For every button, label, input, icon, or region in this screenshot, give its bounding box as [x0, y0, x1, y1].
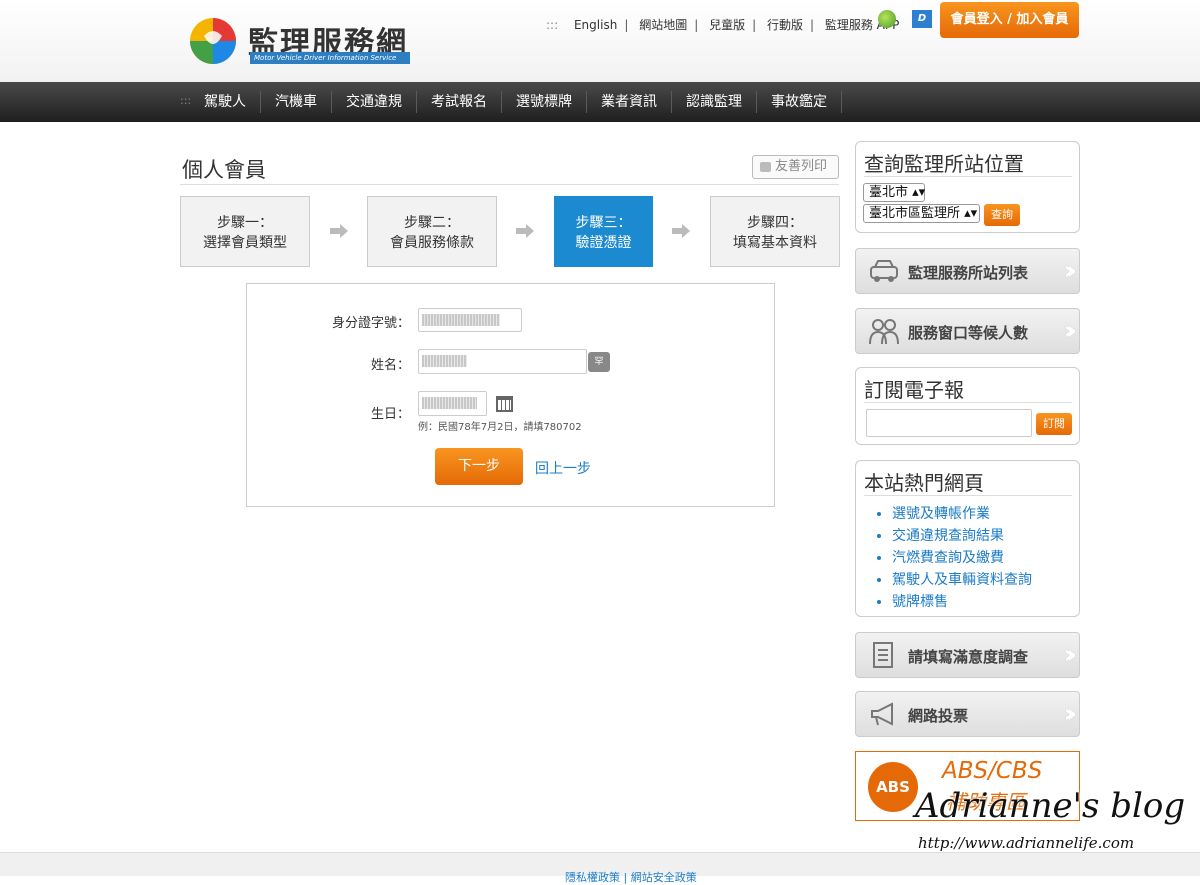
- hot-pages-title: 本站熱門網頁: [864, 471, 984, 495]
- city-select-value: 臺北市: [869, 185, 909, 200]
- nav-item-accident[interactable]: 事故鑑定: [757, 91, 842, 113]
- main-nav: ::: 駕駛人 汽機車 交通違規 考試報名 選號標牌 業者資訊 認識監理 事故鑑…: [0, 82, 1200, 122]
- box-divider: [864, 495, 1072, 496]
- step-2-label: 會員服務條款: [390, 235, 474, 251]
- step-1-title: 步驟一：: [217, 215, 273, 231]
- hot-link-plate-auction[interactable]: 號牌標售: [892, 591, 1032, 613]
- nav-item-about[interactable]: 認識監理: [672, 91, 757, 113]
- prev-step-link[interactable]: 回上一步: [535, 458, 591, 478]
- step-2-title: 步驟二：: [404, 215, 460, 231]
- hot-link-violation-query[interactable]: 交通違規查詢結果: [892, 525, 1032, 547]
- document-icon: [873, 642, 893, 668]
- next-step-button[interactable]: 下一步: [435, 448, 523, 485]
- logo-subtitle: Motor Vehicle Driver Information Service: [250, 52, 410, 64]
- nav-items: 駕駛人 汽機車 交通違規 考試報名 選號標牌 業者資訊 認識監理 事故鑑定: [190, 82, 842, 122]
- step-2: 步驟二： 會員服務條款: [367, 196, 497, 267]
- site-logo[interactable]: 監理服務網 Motor Vehicle Driver Information S…: [188, 14, 418, 70]
- step-4-label: 填寫基本資料: [733, 235, 817, 251]
- hot-link-plate-selection[interactable]: 選號及轉帳作業: [892, 503, 1032, 525]
- nav-item-driver[interactable]: 駕駛人: [190, 91, 261, 113]
- office-search-title: 查詢監理所站位置: [864, 152, 1024, 176]
- megaphone-icon: [871, 702, 893, 726]
- vote-bar[interactable]: 網路投票 ››: [855, 691, 1080, 737]
- hot-pages-box: 本站熱門網頁 選號及轉帳作業 交通違規查詢結果 汽燃費查詢及繳費 駕駛人及車輛資…: [855, 460, 1080, 617]
- step-3-label: 驗證憑證: [575, 235, 632, 251]
- footer-links[interactable]: 隱私權政策 | 網站安全政策: [565, 869, 697, 885]
- birthday-input[interactable]: [418, 391, 487, 416]
- print-label: 友善列印: [775, 159, 828, 174]
- id-number-input[interactable]: [418, 308, 522, 332]
- print-button[interactable]: 友善列印: [752, 155, 839, 179]
- hot-link-fuel-fee[interactable]: 汽燃費查詢及繳費: [892, 547, 1032, 569]
- calendar-icon[interactable]: [496, 396, 513, 412]
- top-links-dots: :::: [546, 18, 559, 32]
- car-icon: [870, 260, 898, 282]
- newsletter-title: 訂閱電子報: [864, 378, 964, 402]
- step-arrow-icon: [672, 224, 690, 238]
- office-select[interactable]: 臺北市區監理所 ▴▾: [863, 204, 980, 223]
- office-query-button[interactable]: 查詢: [984, 204, 1020, 226]
- survey-label: 請填寫滿意度調查: [908, 648, 1029, 666]
- subscribe-button[interactable]: 訂閱: [1036, 413, 1072, 435]
- watermark-title: Adrianne's blog: [915, 786, 1186, 826]
- link-sitemap[interactable]: 網站地圖: [639, 18, 687, 32]
- name-input[interactable]: [418, 349, 587, 374]
- nav-item-vehicle[interactable]: 汽機車: [261, 91, 332, 113]
- newsletter-box: 訂閱電子報 訂閱: [855, 367, 1080, 445]
- top-links: ::: English | 網站地圖 | 兒童版 | 行動版 | 監理服務 APP: [546, 18, 900, 32]
- people-icon: [869, 319, 899, 345]
- step-4-title: 步驟四：: [747, 215, 803, 231]
- birthday-label: 生日：: [370, 407, 410, 422]
- step-arrow-icon: [330, 224, 348, 238]
- page-title: 個人會員: [182, 158, 266, 182]
- nav-item-business[interactable]: 業者資訊: [587, 91, 672, 113]
- birthday-hint: 例：民國78年7月2日，請填780702: [418, 422, 582, 433]
- step-3-title: 步驟三：: [575, 215, 632, 231]
- chevron-right-icon: ››: [1063, 316, 1078, 346]
- id-label: 身分證字號：: [331, 316, 410, 331]
- accessibility-icon[interactable]: D: [912, 10, 932, 28]
- city-select[interactable]: 臺北市 ▴▾: [863, 183, 925, 202]
- abs-title: ABS/CBS: [942, 758, 1043, 784]
- waiting-count-bar[interactable]: 服務窗口等候人數 ››: [855, 308, 1080, 354]
- chevron-right-icon: ››: [1063, 640, 1078, 670]
- printer-icon: [760, 162, 771, 172]
- box-divider: [864, 402, 1072, 403]
- chevron-right-icon: ››: [1063, 699, 1078, 729]
- office-select-value: 臺北市區監理所: [869, 206, 961, 221]
- hot-link-driver-vehicle[interactable]: 駕駛人及車輛資料查詢: [892, 569, 1032, 591]
- chevron-right-icon: ››: [1063, 256, 1078, 286]
- name-label: 姓名：: [370, 358, 410, 373]
- step-arrow-icon: [516, 224, 534, 238]
- survey-bar[interactable]: 請填寫滿意度調查 ››: [855, 632, 1080, 678]
- newsletter-email-input[interactable]: [866, 409, 1032, 437]
- watermark-url: http://www.adriannelife.com: [918, 834, 1135, 852]
- box-divider: [864, 176, 1072, 177]
- vote-label: 網路投票: [908, 707, 969, 725]
- hot-pages-list: 選號及轉帳作業 交通違規查詢結果 汽燃費查詢及繳費 駕駛人及車輛資料查詢 號牌標…: [892, 503, 1032, 613]
- step-3: 步驟三： 驗證憑證: [554, 196, 653, 267]
- office-search-box: 查詢監理所站位置 臺北市 ▴▾ 臺北市區監理所 ▴▾ 查詢: [855, 141, 1080, 233]
- waiting-count-label: 服務窗口等候人數: [908, 324, 1029, 342]
- login-button[interactable]: 會員登入 / 加入會員: [940, 2, 1079, 38]
- nav-item-exam[interactable]: 考試報名: [417, 91, 502, 113]
- abs-badge: ABS: [868, 762, 918, 812]
- title-divider: [180, 184, 839, 185]
- link-kids[interactable]: 兒童版: [709, 18, 745, 32]
- step-4: 步驟四： 填寫基本資料: [710, 196, 840, 267]
- top-header: 監理服務網 Motor Vehicle Driver Information S…: [0, 0, 1200, 82]
- step-1: 步驟一： 選擇會員類型: [180, 196, 310, 267]
- nav-item-plate[interactable]: 選號標牌: [502, 91, 587, 113]
- station-list-bar[interactable]: 監理服務所站列表 ››: [855, 248, 1080, 294]
- step-1-label: 選擇會員類型: [203, 235, 287, 251]
- link-english[interactable]: English: [574, 18, 617, 32]
- logo-mark-icon: [190, 18, 236, 64]
- rare-char-button[interactable]: 罕: [588, 352, 610, 372]
- station-list-label: 監理服務所站列表: [908, 264, 1029, 282]
- link-mobile[interactable]: 行動版: [767, 18, 803, 32]
- green-leaf-icon[interactable]: [878, 10, 896, 28]
- nav-item-violation[interactable]: 交通違規: [332, 91, 417, 113]
- footer: 隱私權政策 | 網站安全政策: [0, 852, 1200, 884]
